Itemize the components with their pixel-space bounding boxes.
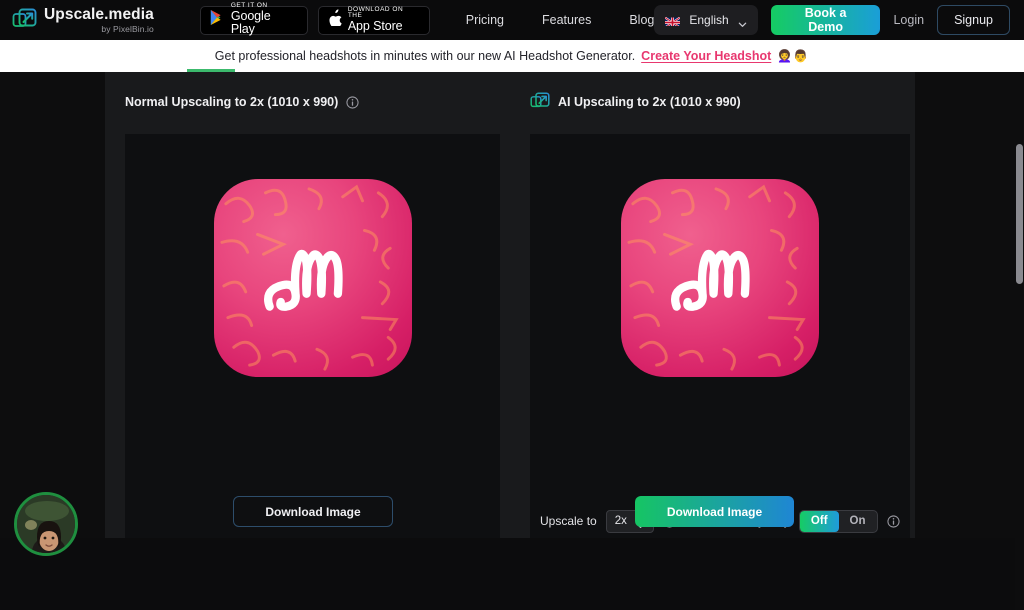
download-image-button-ai[interactable]: Download Image <box>635 496 794 527</box>
comparison-container: Normal Upscaling to 2x (1010 x 990) Down… <box>105 72 915 538</box>
chevron-down-icon <box>738 16 747 27</box>
people-emoji: 👩‍🦱👨 <box>777 49 810 63</box>
main-nav: Pricing Features Blog <box>466 13 655 27</box>
ai-image-area: Upscale to 2x Off On <box>530 134 910 538</box>
header-actions: English Book a Demo Login Signup <box>654 5 1010 35</box>
main-stage: Normal Upscaling to 2x (1010 x 990) Down… <box>0 72 1024 610</box>
page-scrollbar-track[interactable] <box>1015 144 1024 610</box>
uk-flag-icon <box>665 15 681 26</box>
google-play-badge[interactable]: GET IT ON Google Play <box>199 3 308 37</box>
script-m-letter <box>263 249 343 311</box>
page-scrollbar-thumb[interactable] <box>1016 144 1023 284</box>
download-image-button-normal[interactable]: Download Image <box>233 496 393 527</box>
book-a-demo-button[interactable]: Book a Demo <box>770 5 881 35</box>
enhance-quality-on-option[interactable]: On <box>839 511 877 532</box>
ai-panel-title: AI Upscaling to 2x (1010 x 990) <box>558 95 741 109</box>
preview-image-ai <box>621 179 819 377</box>
google-play-icon <box>210 9 225 31</box>
create-headshot-link[interactable]: Create Your Headshot <box>641 49 771 63</box>
normal-panel-header: Normal Upscaling to 2x (1010 x 990) <box>105 72 505 132</box>
upscale-logo-icon <box>530 92 550 112</box>
app-store-small-label: Download on the <box>347 5 404 20</box>
promo-text: Get professional headshots in minutes wi… <box>214 49 636 63</box>
preview-image-normal <box>213 179 412 377</box>
language-selector[interactable]: English <box>654 5 758 35</box>
info-icon[interactable] <box>346 95 359 109</box>
google-play-label: Google Play <box>230 9 271 37</box>
enhance-quality-off-option[interactable]: Off <box>799 510 839 532</box>
app-store-badge[interactable]: Download on the App Store <box>317 5 430 35</box>
site-header: Upscale.media by PixelBin.io GET IT ON G… <box>0 0 1024 40</box>
signup-button[interactable]: Signup <box>937 5 1010 35</box>
upscale-logo-icon <box>12 8 37 33</box>
enhance-quality-toggle[interactable]: Off On <box>798 509 878 533</box>
nav-item-pricing[interactable]: Pricing <box>466 13 504 27</box>
normal-panel-title: Normal Upscaling to 2x (1010 x 990) <box>125 95 339 109</box>
promo-banner: Get professional headshots in minutes wi… <box>0 40 1024 72</box>
upscale-factor-value: 2x <box>614 515 627 527</box>
nav-item-blog[interactable]: Blog <box>629 13 654 27</box>
brand-name: Upscale.media <box>44 6 154 23</box>
nav-item-features[interactable]: Features <box>542 13 591 27</box>
normal-image-area <box>125 134 500 538</box>
apple-icon <box>328 9 342 31</box>
store-badges: GET IT ON Google Play Download on the Ap… <box>199 3 430 37</box>
brand-subtitle: by PixelBin.io <box>101 23 154 34</box>
upscale-to-label: Upscale to <box>540 514 597 528</box>
brand-logo[interactable]: Upscale.media by PixelBin.io <box>12 7 154 33</box>
language-label: English <box>689 13 729 27</box>
ai-upscale-panel: AI Upscaling to 2x (1010 x 990) Upscale … <box>520 72 915 538</box>
video-avatar-widget[interactable] <box>14 492 78 556</box>
login-link[interactable]: Login <box>893 13 924 27</box>
info-icon[interactable] <box>886 514 900 528</box>
ai-panel-header: AI Upscaling to 2x (1010 x 990) <box>520 72 915 132</box>
app-store-label: App Store <box>347 19 403 34</box>
normal-upscale-panel: Normal Upscaling to 2x (1010 x 990) Down… <box>105 72 505 538</box>
avatar <box>17 495 75 553</box>
script-m-letter <box>671 249 750 311</box>
